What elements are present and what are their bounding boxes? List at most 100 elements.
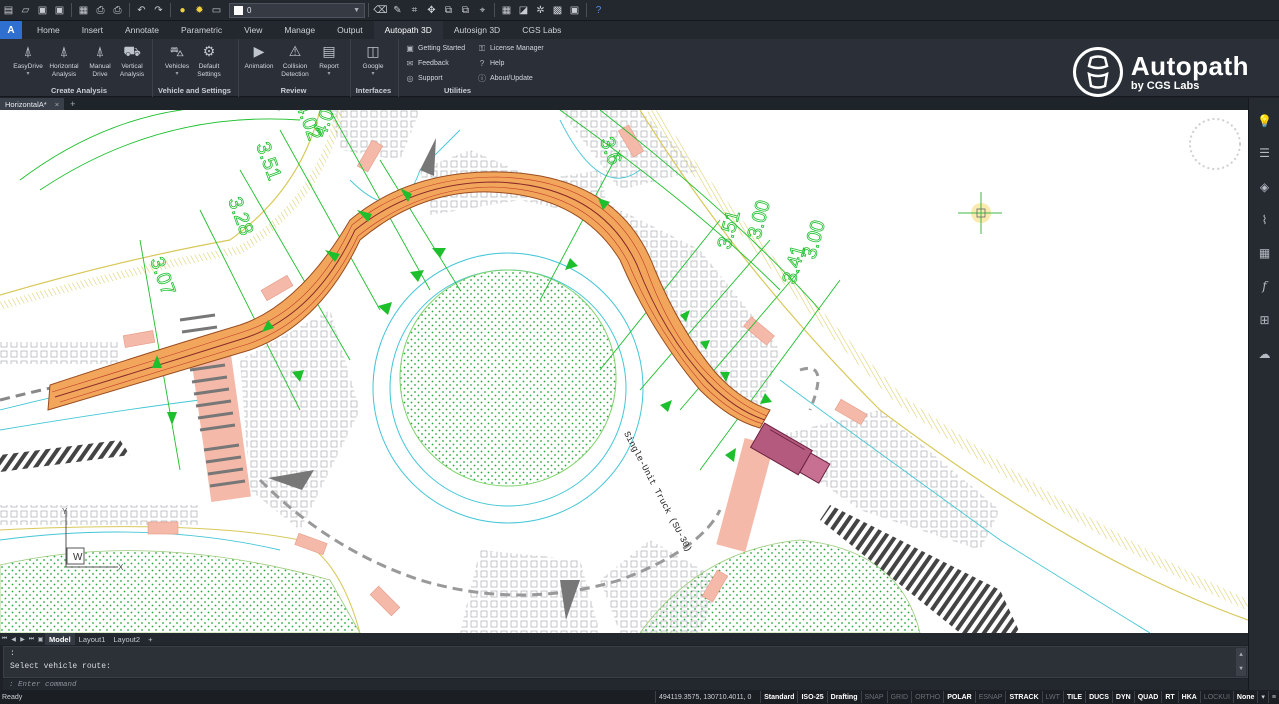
lightbulb-icon[interactable]: ● [174,2,191,19]
manual-drive-button[interactable]: ⍋ Manual Drive [82,43,118,78]
open-icon[interactable]: ▱ [17,2,34,19]
tree-icon[interactable]: ⊞ [1255,310,1274,329]
command-scrollbar[interactable]: ▲ ▼ [1236,648,1246,676]
toggle-dyn[interactable]: DYN [1111,691,1134,703]
toggle-ducs[interactable]: DUCS [1085,691,1112,703]
plot-icon[interactable]: ⎙ [109,2,126,19]
redo-icon[interactable]: ↷ [150,2,167,19]
toggle-snap[interactable]: SNAP [860,691,887,703]
about-update-button[interactable]: ⓘ About/Update [477,72,533,85]
default-settings-button[interactable]: ⚙ Default Settings [191,43,227,78]
tab-manage[interactable]: Manage [273,21,326,39]
tab-layout2[interactable]: Layout2 [109,633,144,645]
paperclip-icon[interactable]: ⌇ [1255,210,1274,229]
cursor-coordinates[interactable]: 494119.3575, 130710.4011, 0 [654,691,760,703]
function-icon[interactable]: f [1255,276,1274,295]
toggle-quad[interactable]: QUAD [1133,691,1162,703]
copy-icon[interactable]: ⧉ [440,2,457,19]
vehicles-button[interactable]: ⛍ Vehicles ▾ [159,43,195,78]
hatch-icon[interactable]: ▦ [1255,243,1274,262]
toggle-ortho[interactable]: ORTHO [911,691,943,703]
feedback-button[interactable]: ✉ Feedback [405,57,449,70]
close-icon[interactable]: × [55,100,59,109]
undo-icon[interactable]: ↶ [133,2,150,19]
tab-home[interactable]: Home [26,21,71,39]
help-icon[interactable]: ? [590,2,607,19]
previous-layout-icon[interactable]: ◀ [9,634,18,644]
add-layout-icon[interactable]: + [144,633,156,645]
google-button[interactable]: ◫ Google ▾ [355,43,391,78]
application-menu-button[interactable]: A [0,21,22,39]
first-layout-icon[interactable]: ⏮ [0,634,9,644]
tab-insert[interactable]: Insert [71,21,114,39]
tab-autopath-3d[interactable]: Autopath 3D [373,21,443,39]
getting-started-button[interactable]: ▣ Getting Started [405,42,465,55]
toggle-polar[interactable]: POLAR [943,691,975,703]
tab-model[interactable]: Model [45,633,75,645]
layer-select[interactable]: 0 ▼ [229,2,365,18]
new-icon[interactable]: ▤ [0,2,17,19]
cloud-icon[interactable]: ☁ [1255,344,1274,363]
license-manager-button[interactable]: ⚿ License Manager [477,42,544,55]
horizontal-analysis-button[interactable]: ⍋ Horizontal Analysis [46,43,82,78]
sliders-icon[interactable]: ☰ [1255,143,1274,162]
match-properties-icon[interactable]: ⌫ [372,2,389,19]
viewcube-compass[interactable] [1189,118,1241,170]
report-button[interactable]: ▤ Report ▾ [311,43,347,78]
image-icon[interactable]: ▩ [549,2,566,19]
screenshot-icon[interactable]: ▣ [566,2,583,19]
support-button[interactable]: ◎ Support [405,72,443,85]
tab-parametric[interactable]: Parametric [170,21,233,39]
easydrive-button[interactable]: ⍋ EasyDrive ▾ [10,43,46,78]
scroll-up-icon[interactable]: ▲ [1236,648,1246,662]
animation-button[interactable]: ▶ Animation [241,43,277,71]
lightbulb-icon[interactable]: 💡 [1255,111,1274,130]
annotation-scale-select[interactable]: None [1232,691,1258,703]
last-layout-icon[interactable]: ⏭ [27,634,36,644]
tab-cgs-labs[interactable]: CGS Labs [511,21,572,39]
layers-icon[interactable]: ◈ [1255,177,1274,196]
document-tab[interactable]: HorizontalA* × [0,98,65,110]
command-input[interactable]: : Enter command [3,679,1248,690]
publish-icon[interactable]: ▦ [75,2,92,19]
save-as-icon[interactable]: ▣ [51,2,68,19]
toggle-hka[interactable]: HKA [1177,691,1200,703]
toggle-strack[interactable]: STRACK [1005,691,1041,703]
pan-icon[interactable]: ✥ [423,2,440,19]
layer-icon[interactable]: ⌖ [474,2,491,19]
help-button[interactable]: ? Help [477,57,505,70]
tab-autosign-3d[interactable]: Autosign 3D [443,21,511,39]
calculator-icon[interactable]: ▦ [498,2,515,19]
select-icon[interactable]: ⌗ [406,2,423,19]
menu-icon[interactable]: ≡ [1267,691,1279,703]
chevron-down-icon[interactable]: ▾ [1257,691,1268,703]
save-icon[interactable]: ▣ [34,2,51,19]
tab-layout1[interactable]: Layout1 [75,633,110,645]
tab-annotate[interactable]: Annotate [114,21,170,39]
zoom-icon[interactable]: ✎ [389,2,406,19]
tab-output[interactable]: Output [326,21,374,39]
vertical-analysis-button[interactable]: ⛟ Vertical Analysis [114,43,150,78]
status-standard[interactable]: Standard [760,691,797,703]
status-iso-25[interactable]: ISO-25 [797,691,826,703]
toggle-rt[interactable]: RT [1161,691,1177,703]
toggle-lockui[interactable]: LOCKUI [1199,691,1233,703]
layout-grid-icon[interactable]: ▣ [36,634,45,644]
toggle-lwt[interactable]: LWT [1041,691,1063,703]
status-drafting[interactable]: Drafting [826,691,861,703]
sun-icon[interactable]: ✹ [191,2,208,19]
print-icon[interactable]: ⎙ [92,2,109,19]
collision-detection-button[interactable]: ⚠ Collision Detection [277,43,313,78]
lock-icon[interactable]: ▭ [208,2,225,19]
add-document-icon[interactable]: + [70,99,75,109]
toggle-grid[interactable]: GRID [886,691,912,703]
scroll-down-icon[interactable]: ▼ [1236,662,1246,676]
tab-view[interactable]: View [233,21,273,39]
erase-icon[interactable]: ◪ [515,2,532,19]
toggle-esnap[interactable]: ESNAP [974,691,1006,703]
settings-icon[interactable]: ✲ [532,2,549,19]
paste-icon[interactable]: ⧉ [457,2,474,19]
drawing-canvas[interactable]: W Y X 3.07 3.28 3.51 4.02 4.00 3.6 3.51 … [0,110,1248,633]
next-layout-icon[interactable]: ▶ [18,634,27,644]
toggle-tile[interactable]: TILE [1062,691,1085,703]
